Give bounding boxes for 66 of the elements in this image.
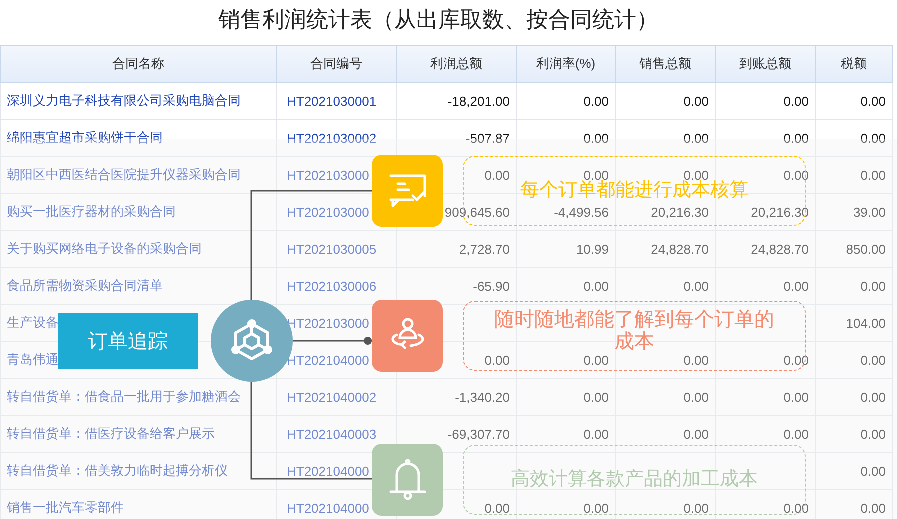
table-cell: 0.00 [584, 426, 609, 442]
column-header: 合同编号 [276, 46, 396, 82]
table-cell: 0.00 [684, 500, 709, 516]
table-cell: 0.00 [484, 352, 510, 368]
report-title: 销售利润统计表（从出库取数、按合同统计） [218, 6, 660, 34]
table-cell: -1,340.20 [455, 390, 510, 404]
table-cell: 0.00 [784, 426, 809, 442]
table-cell: 0.00 [684, 130, 709, 146]
table-cell: 0.00 [684, 426, 709, 442]
table-cell: 0.00 [784, 278, 809, 294]
table-cell: 0.00 [784, 352, 809, 368]
table-cell: 20,216.30 [751, 204, 809, 220]
table-cell: 0.00 [784, 94, 809, 108]
table-cell: -18,201.00 [448, 94, 510, 108]
table-cell: 2,728.70 [459, 242, 510, 256]
table-cell: 0.00 [584, 390, 609, 404]
bell-icon [388, 459, 426, 501]
table-cell: 0.00 [784, 500, 809, 516]
column-header: 到账总额 [716, 46, 816, 82]
column-header: 税额 [816, 46, 892, 82]
table-cell: 39.00 [853, 204, 886, 220]
order-tracking-label: 订单追踪 [58, 313, 198, 369]
table-cell: 0.00 [484, 500, 510, 516]
feature-text: 随时随地都能了解到每个订单的成本 [494, 309, 776, 353]
chat-check-icon [388, 174, 426, 208]
column-header: 销售总额 [616, 46, 716, 82]
table-cell: 0.00 [484, 168, 510, 182]
table-cell: 0.00 [784, 390, 809, 404]
table-cell: 0.00 [860, 278, 886, 294]
table-cell: 0.00 [860, 94, 886, 108]
table-cell: 0.00 [584, 130, 609, 146]
table-cell: 0.00 [860, 464, 886, 478]
column-header: 利润总额 [396, 46, 516, 82]
table-cell: 0.00 [684, 278, 709, 294]
table-cell: 0.00 [584, 352, 609, 368]
table-cell: 0.00 [584, 94, 609, 108]
table-cell: 0.00 [684, 352, 709, 368]
table-cell: 0.00 [860, 500, 886, 516]
table-cell: 10.99 [576, 242, 609, 256]
table-cell: 0.00 [684, 94, 709, 108]
table-cell: -4,499.56 [554, 204, 609, 220]
table-cell: 0.00 [860, 168, 886, 182]
column-header: 利润率(%) [516, 46, 616, 82]
feature-text: 每个订单都能进行成本核算 [520, 180, 748, 203]
contract-name-link[interactable]: 青岛伟通 [7, 352, 59, 367]
table-cell: 0.00 [860, 390, 886, 404]
table-cell: 909,645.60 [444, 204, 510, 220]
table-cell: 850.00 [846, 242, 886, 256]
table-cell: 104.00 [846, 316, 886, 330]
table-cell: -69,307.70 [448, 426, 510, 442]
column-header: 合同名称 [0, 46, 276, 82]
table-cell: 0.00 [584, 500, 609, 516]
table-cell: 0.00 [784, 130, 809, 146]
feature-text: 高效计算各款产品的加工成本 [511, 468, 758, 492]
table-cell: 0.00 [860, 130, 886, 146]
table-cell: -65.90 [473, 278, 510, 294]
table-cell: 20,216.30 [651, 204, 709, 220]
table-cell: 0.00 [860, 426, 886, 442]
table-cell: 0.00 [784, 168, 809, 182]
table-cell: 24,828.70 [651, 242, 709, 256]
table-cell: -507.87 [466, 130, 510, 146]
table-cell: 0.00 [584, 278, 609, 294]
table-cell: 24,828.70 [751, 242, 809, 256]
contract-name-link[interactable]: 生产设备 [7, 315, 59, 330]
table-cell: 0.00 [860, 352, 886, 368]
table-cell: 0.00 [684, 390, 709, 404]
